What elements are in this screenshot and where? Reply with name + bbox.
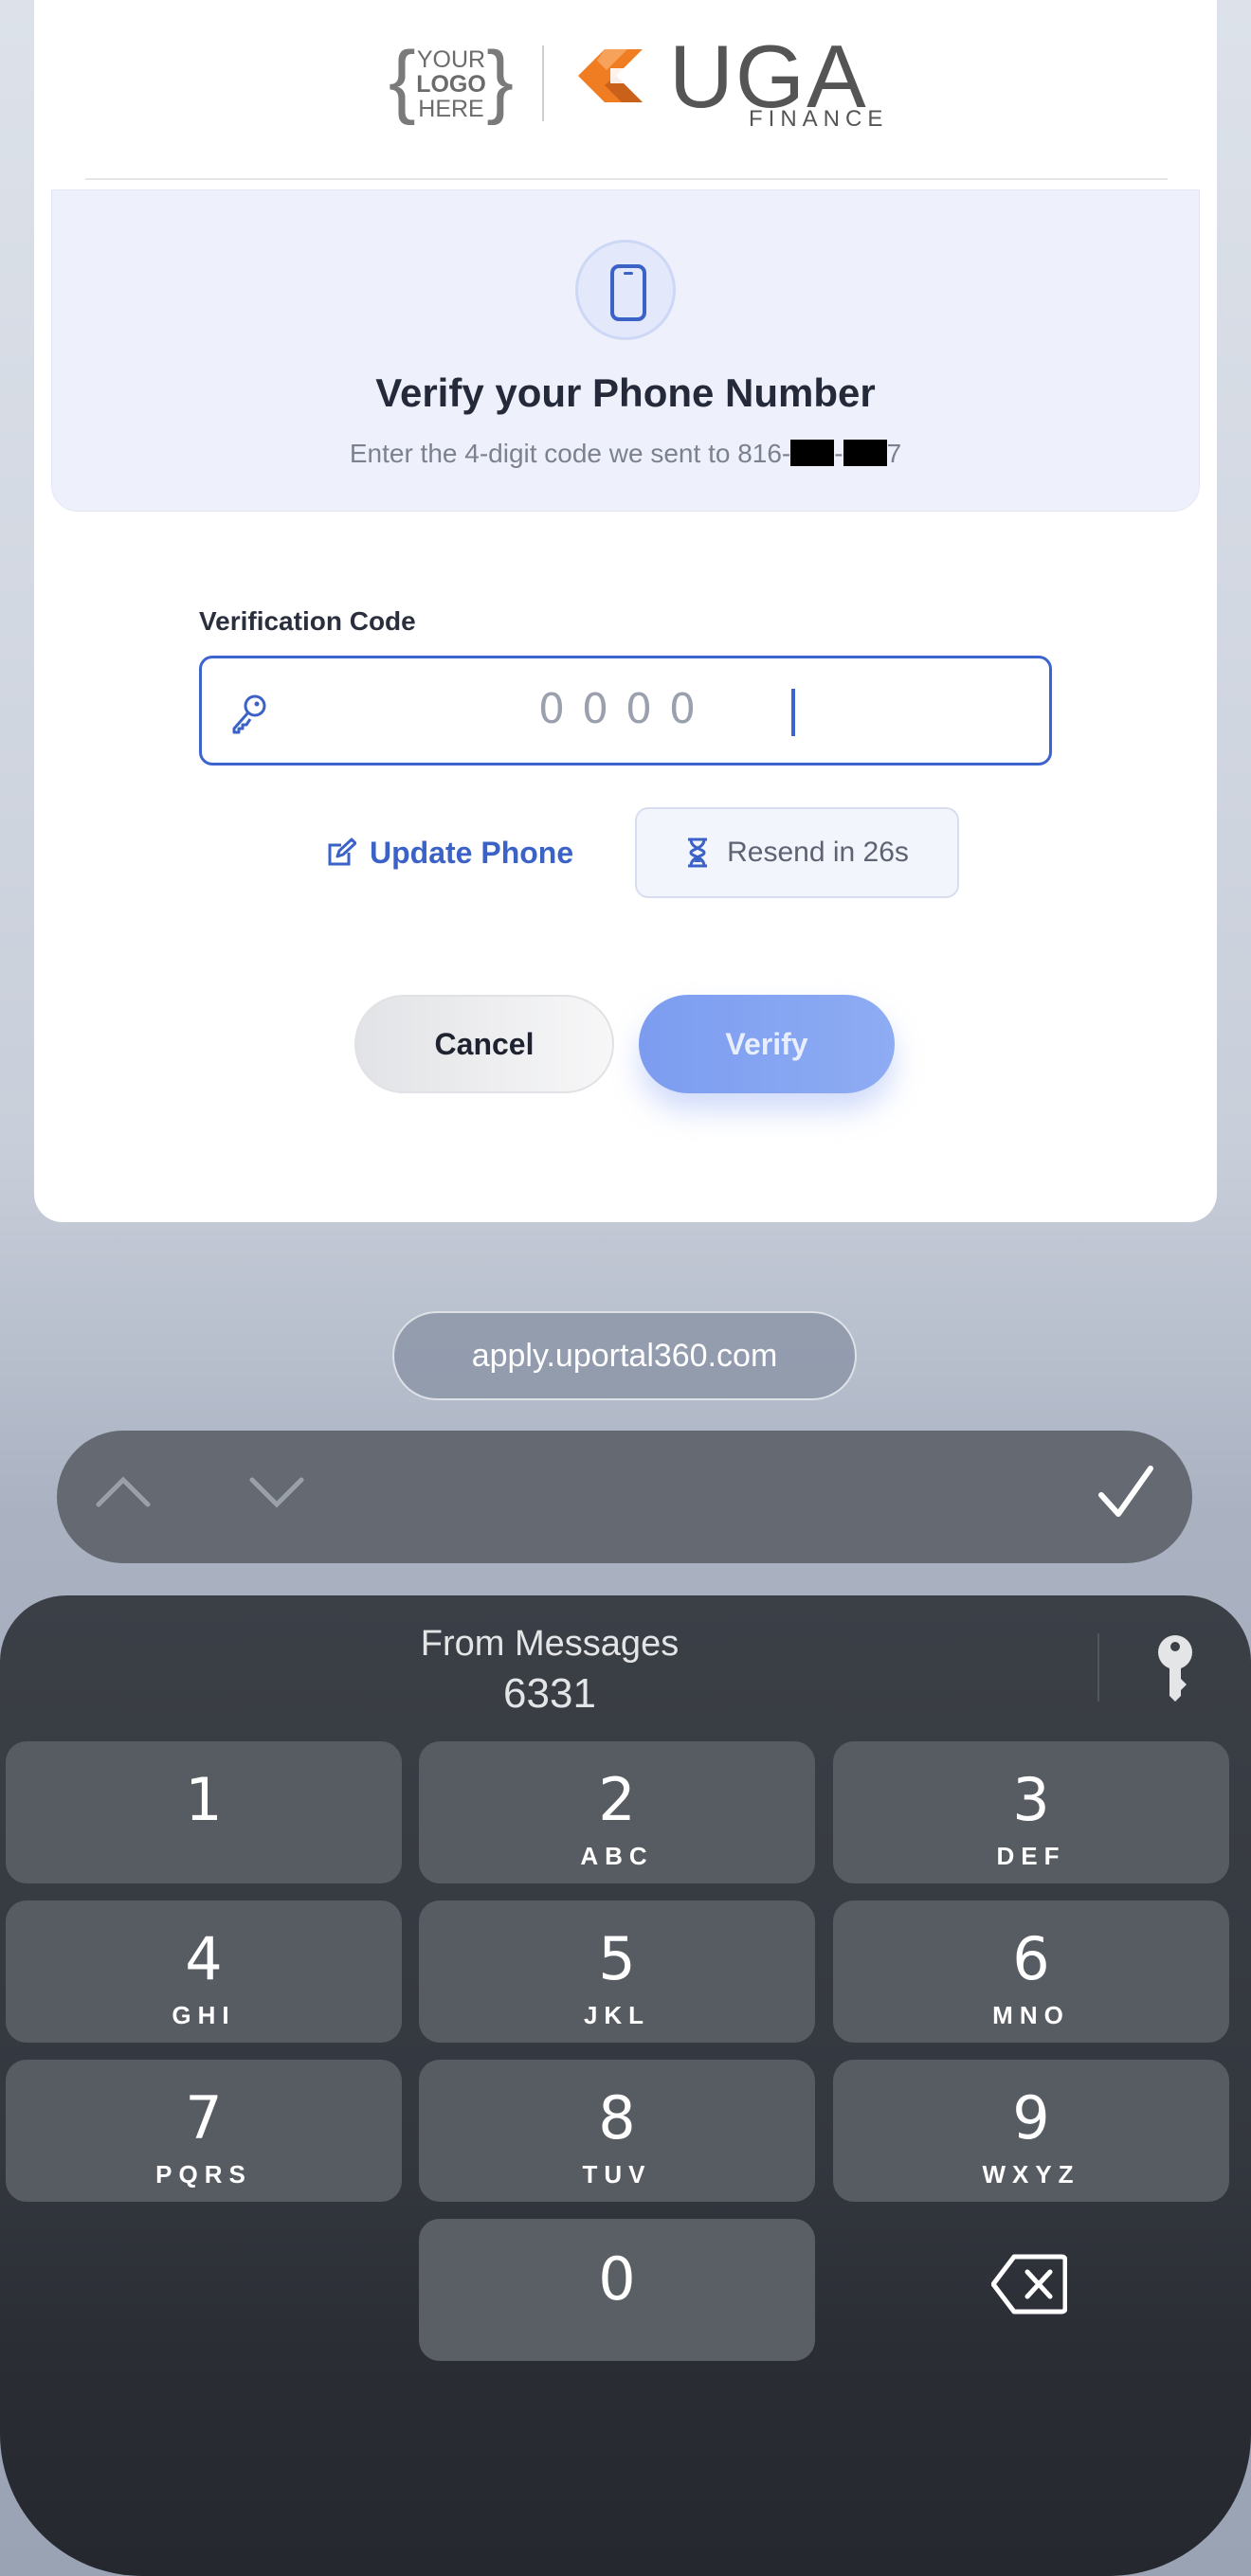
subtitle-mid: - (834, 439, 843, 468)
suggestion-code: 6331 (503, 1670, 596, 1717)
text-caret (791, 689, 795, 736)
verify-button[interactable]: Verify (639, 995, 895, 1093)
key-number: 8 (598, 2083, 636, 2153)
redacted-block (790, 440, 835, 466)
verification-code-label: Verification Code (199, 606, 416, 636)
header-divider (85, 178, 1168, 180)
key-number: 4 (185, 1924, 223, 1993)
key-9[interactable]: 9 WXYZ (833, 2060, 1229, 2202)
verify-subtitle: Enter the 4-digit code we sent to 816- - 7 (52, 439, 1199, 469)
logo-line-2: LOGO (416, 71, 486, 98)
verification-code-input[interactable]: 0000 (199, 656, 1052, 766)
key-letters: JKL (583, 2001, 651, 2029)
key-6[interactable]: 6 MNO (833, 1900, 1229, 2043)
key-number: 6 (1012, 1924, 1050, 1993)
key-number: 7 (185, 2083, 223, 2153)
uga-mark-icon (578, 49, 643, 102)
logo-line-1: YOUR (416, 46, 486, 73)
key-5[interactable]: 5 JKL (419, 1900, 815, 2043)
key-number: 5 (598, 1924, 636, 1993)
key-number: 1 (185, 1765, 223, 1834)
key-number: 2 (598, 1765, 636, 1834)
key-letters: GHI (172, 2001, 236, 2029)
cancel-button[interactable]: Cancel (354, 995, 614, 1093)
key-7[interactable]: 7 PQRS (6, 2060, 402, 2202)
suggestion-source: From Messages (420, 1624, 680, 1664)
key-letters: ABC (580, 1842, 654, 1870)
key-letters: PQRS (155, 2160, 252, 2189)
key-3[interactable]: 3 DEF (833, 1741, 1229, 1883)
suggestion-divider (1097, 1633, 1099, 1702)
subtitle-suffix: 7 (886, 439, 902, 468)
key-number: 9 (1012, 2083, 1050, 2153)
phone-icon-badge (575, 240, 676, 340)
verify-header-panel: Verify your Phone Number Enter the 4-dig… (51, 189, 1200, 512)
your-logo-placeholder: { YOUR LOGO HERE } (389, 35, 514, 126)
key-letters: TUV (582, 2160, 652, 2189)
subtitle-prefix: Enter the 4-digit code we sent to 816- (349, 439, 791, 468)
key-8[interactable]: 8 TUV (419, 2060, 815, 2202)
smartphone-icon (610, 264, 646, 321)
verification-card: { YOUR LOGO HERE } UGA FINANCE Verify yo… (34, 0, 1217, 1222)
header-logos: { YOUR LOGO HERE } UGA FINANCE (34, 0, 1217, 180)
key-0[interactable]: 0 (419, 2219, 815, 2361)
chevron-up-icon[interactable] (95, 1472, 152, 1510)
key-letters: MNO (992, 2001, 1070, 2029)
code-value: 0000 (538, 685, 713, 733)
chevron-down-icon[interactable] (248, 1472, 305, 1510)
passwords-key-icon[interactable] (1154, 1633, 1196, 1703)
hourglass-icon (688, 838, 708, 868)
key-letters: DEF (996, 1842, 1066, 1870)
address-bar-url[interactable]: apply.uportal360.com (392, 1311, 857, 1400)
backspace-icon[interactable] (991, 2253, 1067, 2315)
key-number: 0 (598, 2244, 636, 2314)
uga-finance-logo: UGA FINANCE (569, 32, 882, 133)
update-phone-label: Update Phone (370, 835, 574, 870)
key-1[interactable]: 1 (6, 1741, 402, 1883)
key-letters: WXYZ (982, 2160, 1080, 2189)
key-4[interactable]: 4 GHI (6, 1900, 402, 2043)
checkmark-done-icon[interactable] (1096, 1463, 1156, 1523)
resend-button[interactable]: Resend in 26s (635, 807, 959, 898)
brand-sub: FINANCE (749, 106, 889, 132)
keyboard-accessory-bar (57, 1431, 1192, 1563)
key-number: 3 (1012, 1765, 1050, 1834)
update-phone-link[interactable]: Update Phone (326, 834, 573, 872)
key-2[interactable]: 2 ABC (419, 1741, 815, 1883)
logo-divider (542, 45, 544, 121)
edit-icon (328, 838, 356, 866)
redacted-block (843, 440, 887, 466)
resend-label: Resend in 26s (727, 837, 909, 868)
otp-suggestion[interactable]: From Messages 6331 (0, 1620, 1099, 1720)
page-title: Verify your Phone Number (375, 370, 876, 415)
logo-line-3: HERE (418, 96, 484, 122)
